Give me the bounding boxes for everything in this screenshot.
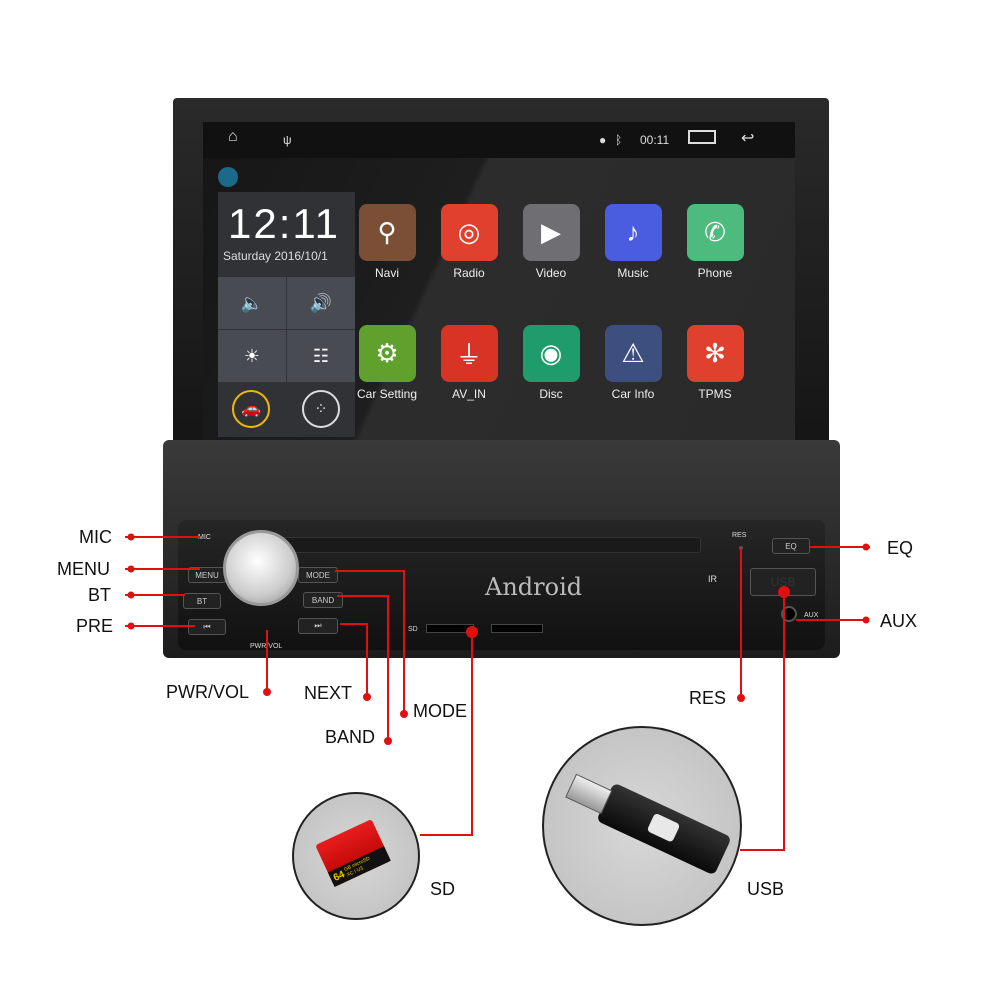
callout-aux: AUX (880, 611, 918, 631)
callout-dot (862, 616, 870, 624)
usb-line (740, 592, 785, 851)
callout-pwr-vol: PWR/VOL (166, 682, 250, 702)
callout-dot (466, 626, 478, 638)
sd-line (420, 632, 473, 836)
callout-dot (384, 737, 392, 745)
callout-mode: MODE (413, 701, 467, 721)
callout-mic: MIC (79, 527, 112, 547)
callout-dot (400, 710, 408, 718)
callout-dot (127, 565, 135, 573)
callout-dot (263, 688, 271, 696)
callout-res: RES (689, 688, 727, 708)
callout-dot (127, 591, 135, 599)
callout-dot (862, 543, 870, 551)
callout-dot (778, 586, 790, 598)
callout-dot (127, 622, 135, 630)
callout-lines (125, 533, 870, 851)
callout-dot (363, 693, 371, 701)
callout-bt: BT (88, 585, 112, 605)
callout-dot (127, 533, 135, 541)
band-line (337, 595, 389, 741)
callout-menu: MENU (57, 559, 110, 579)
callout-eq: EQ (887, 538, 914, 558)
callout-pre: PRE (76, 616, 114, 636)
callout-next: NEXT (304, 683, 353, 703)
callout-sd: SD (430, 879, 456, 899)
callout-band: BAND (325, 727, 376, 747)
callout-dot (737, 694, 745, 702)
callout-usb: USB (747, 879, 785, 899)
